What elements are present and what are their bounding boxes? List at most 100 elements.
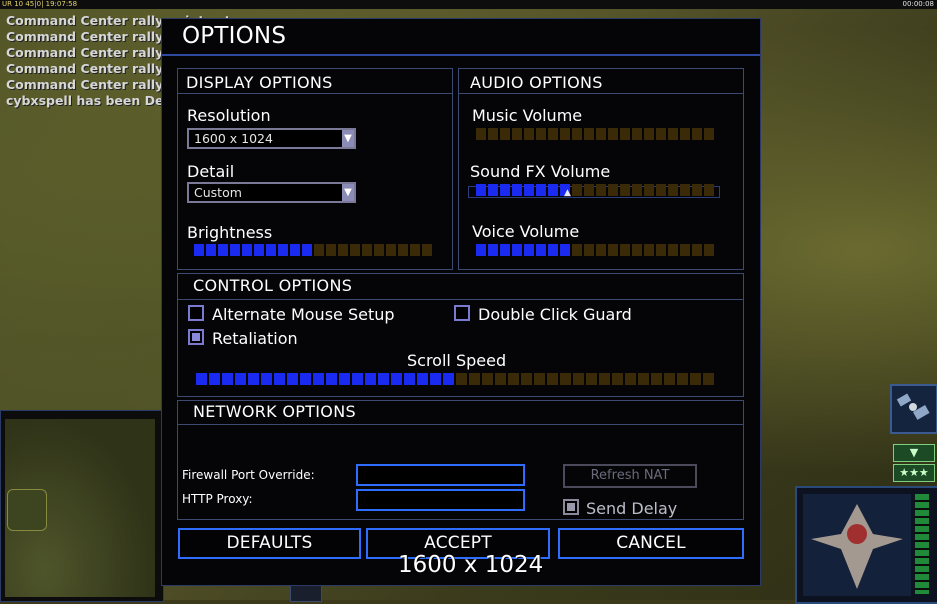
firewall-port-input[interactable] xyxy=(356,464,525,486)
slider-segment xyxy=(524,244,534,256)
slider-segment xyxy=(524,128,534,140)
slider-segment xyxy=(222,373,233,385)
slider-segment xyxy=(668,244,678,256)
sound-fx-volume-label: Sound FX Volume xyxy=(470,162,611,181)
slider-segment xyxy=(586,373,597,385)
retaliation-label: Retaliation xyxy=(212,329,298,348)
slider-segment xyxy=(326,373,337,385)
cancel-button[interactable]: CANCEL xyxy=(558,528,744,559)
slider-segment xyxy=(404,373,415,385)
slider-segment xyxy=(326,244,336,256)
general-portrait-icon xyxy=(803,494,911,596)
slider-segment xyxy=(488,184,498,196)
slider-segment xyxy=(378,373,389,385)
slider-segment xyxy=(608,128,618,140)
rank-stars-icon[interactable]: ★★★ xyxy=(893,464,935,482)
slider-segment xyxy=(230,244,240,256)
music-volume-label: Music Volume xyxy=(472,106,583,125)
chevron-down-icon[interactable]: ▼ xyxy=(342,184,354,201)
resolution-value: 1600 x 1024 xyxy=(194,131,273,146)
slider-segment xyxy=(572,244,582,256)
slider-segment xyxy=(704,244,714,256)
voice-volume-label: Voice Volume xyxy=(472,222,580,241)
slider-segment xyxy=(235,373,246,385)
music-volume-slider[interactable] xyxy=(476,128,716,140)
satellite-icon-graphic xyxy=(896,393,930,420)
slider-segment xyxy=(500,244,510,256)
slider-segment xyxy=(584,244,594,256)
scroll-speed-label: Scroll Speed xyxy=(407,351,507,370)
chevron-down-icon[interactable]: ▼ xyxy=(893,444,935,462)
slider-segment xyxy=(656,244,666,256)
slider-thumb-icon[interactable]: ▲ xyxy=(564,189,571,198)
slider-segment xyxy=(386,244,396,256)
slider-segment xyxy=(680,128,690,140)
slider-segment xyxy=(206,244,216,256)
slider-segment xyxy=(300,373,311,385)
slider-segment xyxy=(476,244,486,256)
refresh-nat-button[interactable]: Refresh NAT xyxy=(563,464,697,488)
slider-segment xyxy=(692,128,702,140)
slider-segment xyxy=(664,373,675,385)
detail-dropdown[interactable]: Custom ▼ xyxy=(187,182,356,203)
hud-stats: UR 10 45|0| 19:07:58 xyxy=(2,0,78,8)
slider-segment xyxy=(620,184,630,196)
slider-segment xyxy=(391,373,402,385)
slider-segment xyxy=(584,128,594,140)
satellite-icon[interactable] xyxy=(890,384,937,434)
minimap[interactable] xyxy=(5,419,155,597)
slider-segment xyxy=(548,244,558,256)
slider-segment xyxy=(266,244,276,256)
slider-segment xyxy=(374,244,384,256)
slider-segment xyxy=(338,244,348,256)
http-proxy-label: HTTP Proxy: xyxy=(182,492,253,506)
power-meter xyxy=(915,494,929,594)
slider-segment xyxy=(572,128,582,140)
slider-segment xyxy=(430,373,441,385)
http-proxy-input[interactable] xyxy=(356,489,525,511)
double-click-guard-checkbox[interactable] xyxy=(454,305,470,321)
slider-segment xyxy=(290,244,300,256)
brightness-slider[interactable] xyxy=(194,244,434,256)
title-divider xyxy=(162,54,760,56)
send-delay-checkbox[interactable] xyxy=(563,499,579,515)
slider-segment xyxy=(488,244,498,256)
audio-options-heading: AUDIO OPTIONS xyxy=(470,73,603,92)
chevron-down-icon[interactable]: ▼ xyxy=(342,130,354,147)
detail-value: Custom xyxy=(194,185,242,200)
slider-segment xyxy=(572,184,582,196)
slider-segment xyxy=(677,373,688,385)
dialog-title: OPTIONS xyxy=(182,23,287,49)
slider-segment xyxy=(500,128,510,140)
slider-segment xyxy=(668,184,678,196)
slider-segment xyxy=(632,184,642,196)
slider-segment xyxy=(704,184,714,196)
slider-segment xyxy=(596,128,606,140)
slider-segment xyxy=(534,373,545,385)
slider-segment xyxy=(632,244,642,256)
resolution-label: Resolution xyxy=(187,106,271,125)
slider-segment xyxy=(410,244,420,256)
slider-segment xyxy=(644,184,654,196)
defaults-button[interactable]: DEFAULTS xyxy=(178,528,361,559)
slider-segment xyxy=(692,244,702,256)
slider-segment xyxy=(692,184,702,196)
voice-volume-slider[interactable] xyxy=(476,244,716,256)
general-emblem-graphic xyxy=(811,504,903,589)
alternate-mouse-checkbox[interactable] xyxy=(188,305,204,321)
slider-segment xyxy=(443,373,454,385)
sound-fx-volume-slider[interactable] xyxy=(476,184,716,196)
slider-segment xyxy=(512,128,522,140)
slider-segment xyxy=(608,244,618,256)
slider-segment xyxy=(218,244,228,256)
scroll-speed-slider[interactable] xyxy=(196,373,716,385)
slider-segment xyxy=(560,244,570,256)
slider-segment xyxy=(476,184,486,196)
command-panel xyxy=(795,486,937,604)
slider-segment xyxy=(508,373,519,385)
slider-segment xyxy=(417,373,428,385)
slider-segment xyxy=(573,373,584,385)
send-delay-label: Send Delay xyxy=(586,499,678,518)
retaliation-checkbox[interactable] xyxy=(188,329,204,345)
resolution-dropdown[interactable]: 1600 x 1024 ▼ xyxy=(187,128,356,149)
